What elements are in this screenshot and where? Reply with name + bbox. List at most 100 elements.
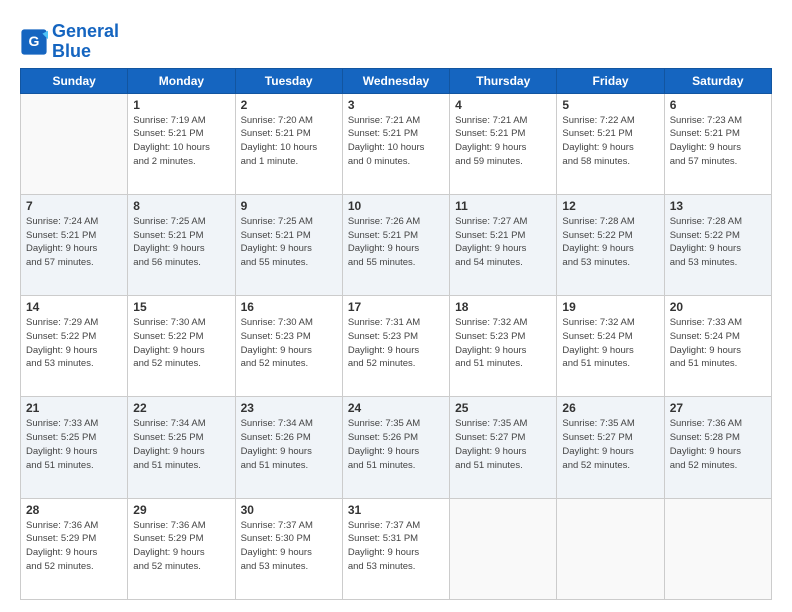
calendar-cell: 15Sunrise: 7:30 AM Sunset: 5:22 PM Dayli… — [128, 296, 235, 397]
calendar-cell — [21, 93, 128, 194]
day-number: 10 — [348, 199, 444, 213]
day-number: 26 — [562, 401, 658, 415]
day-number: 14 — [26, 300, 122, 314]
calendar-cell: 20Sunrise: 7:33 AM Sunset: 5:24 PM Dayli… — [664, 296, 771, 397]
day-info: Sunrise: 7:25 AM Sunset: 5:21 PM Dayligh… — [241, 215, 337, 270]
calendar-cell: 7 Sunrise: 7:24 AM Sunset: 5:21 PM Daylig… — [21, 194, 128, 295]
calendar-cell: 3 Sunrise: 7:21 AM Sunset: 5:21 PM Daylig… — [342, 93, 449, 194]
calendar-cell: 27 Sunrise: 7:36 AM Sunset: 5:28 PM Dayli… — [664, 397, 771, 498]
weekday-header-friday: Friday — [557, 68, 664, 93]
weekday-header-monday: Monday — [128, 68, 235, 93]
day-info: Sunrise: 7:35 AM Sunset: 5:27 PM Dayligh… — [455, 417, 551, 472]
day-info: Sunrise: 7:36 AM Sunset: 5:28 PM Dayligh… — [670, 417, 766, 472]
day-number: 24 — [348, 401, 444, 415]
calendar-cell: 24 Sunrise: 7:35 AM Sunset: 5:26 PM Dayli… — [342, 397, 449, 498]
day-number: 16 — [241, 300, 337, 314]
day-number: 5 — [562, 98, 658, 112]
weekday-header-row: SundayMondayTuesdayWednesdayThursdayFrid… — [21, 68, 772, 93]
day-number: 2 — [241, 98, 337, 112]
calendar-cell: 2Sunrise: 7:20 AM Sunset: 5:21 PM Daylig… — [235, 93, 342, 194]
calendar-cell: 10 Sunrise: 7:26 AM Sunset: 5:21 PM Dayli… — [342, 194, 449, 295]
calendar-cell: 31 Sunrise: 7:37 AM Sunset: 5:31 PM Dayli… — [342, 498, 449, 599]
page: G General Blue SundayMondayTuesdayWednes… — [0, 0, 792, 612]
calendar-cell: 9Sunrise: 7:25 AM Sunset: 5:21 PM Daylig… — [235, 194, 342, 295]
calendar-cell: 25 Sunrise: 7:35 AM Sunset: 5:27 PM Dayli… — [450, 397, 557, 498]
week-row-5: 28Sunrise: 7:36 AM Sunset: 5:29 PM Dayli… — [21, 498, 772, 599]
logo: G General Blue — [20, 22, 119, 62]
day-number: 31 — [348, 503, 444, 517]
day-number: 20 — [670, 300, 766, 314]
day-number: 29 — [133, 503, 229, 517]
day-info: Sunrise: 7:27 AM Sunset: 5:21 PM Dayligh… — [455, 215, 551, 270]
day-info: Sunrise: 7:37 AM Sunset: 5:30 PM Dayligh… — [241, 519, 337, 574]
calendar-cell: 21 Sunrise: 7:33 AM Sunset: 5:25 PM Dayli… — [21, 397, 128, 498]
day-info: Sunrise: 7:21 AM Sunset: 5:21 PM Dayligh… — [455, 114, 551, 169]
day-number: 23 — [241, 401, 337, 415]
day-info: Sunrise: 7:23 AM Sunset: 5:21 PM Dayligh… — [670, 114, 766, 169]
day-info: Sunrise: 7:22 AM Sunset: 5:21 PM Dayligh… — [562, 114, 658, 169]
calendar-cell: 26 Sunrise: 7:35 AM Sunset: 5:27 PM Dayli… — [557, 397, 664, 498]
day-info: Sunrise: 7:19 AM Sunset: 5:21 PM Dayligh… — [133, 114, 229, 169]
calendar-cell: 22Sunrise: 7:34 AM Sunset: 5:25 PM Dayli… — [128, 397, 235, 498]
calendar-cell: 12Sunrise: 7:28 AM Sunset: 5:22 PM Dayli… — [557, 194, 664, 295]
day-number: 27 — [670, 401, 766, 415]
week-row-2: 7 Sunrise: 7:24 AM Sunset: 5:21 PM Daylig… — [21, 194, 772, 295]
day-info: Sunrise: 7:36 AM Sunset: 5:29 PM Dayligh… — [26, 519, 122, 574]
weekday-header-thursday: Thursday — [450, 68, 557, 93]
day-number: 15 — [133, 300, 229, 314]
weekday-header-wednesday: Wednesday — [342, 68, 449, 93]
calendar-cell: 11 Sunrise: 7:27 AM Sunset: 5:21 PM Dayli… — [450, 194, 557, 295]
day-info: Sunrise: 7:37 AM Sunset: 5:31 PM Dayligh… — [348, 519, 444, 574]
calendar-cell — [450, 498, 557, 599]
day-info: Sunrise: 7:35 AM Sunset: 5:27 PM Dayligh… — [562, 417, 658, 472]
calendar-cell: 14 Sunrise: 7:29 AM Sunset: 5:22 PM Dayli… — [21, 296, 128, 397]
day-number: 30 — [241, 503, 337, 517]
day-info: Sunrise: 7:31 AM Sunset: 5:23 PM Dayligh… — [348, 316, 444, 371]
svg-text:G: G — [29, 33, 40, 49]
header: G General Blue — [20, 18, 772, 62]
calendar-cell: 19 Sunrise: 7:32 AM Sunset: 5:24 PM Dayli… — [557, 296, 664, 397]
calendar-cell: 13Sunrise: 7:28 AM Sunset: 5:22 PM Dayli… — [664, 194, 771, 295]
weekday-header-tuesday: Tuesday — [235, 68, 342, 93]
calendar-cell: 5 Sunrise: 7:22 AM Sunset: 5:21 PM Daylig… — [557, 93, 664, 194]
day-number: 12 — [562, 199, 658, 213]
day-info: Sunrise: 7:35 AM Sunset: 5:26 PM Dayligh… — [348, 417, 444, 472]
day-number: 25 — [455, 401, 551, 415]
day-number: 11 — [455, 199, 551, 213]
day-number: 7 — [26, 199, 122, 213]
day-number: 3 — [348, 98, 444, 112]
day-info: Sunrise: 7:24 AM Sunset: 5:21 PM Dayligh… — [26, 215, 122, 270]
calendar-cell — [664, 498, 771, 599]
logo-icon: G — [20, 28, 48, 56]
day-info: Sunrise: 7:32 AM Sunset: 5:24 PM Dayligh… — [562, 316, 658, 371]
calendar-cell: 29 Sunrise: 7:36 AM Sunset: 5:29 PM Dayli… — [128, 498, 235, 599]
day-number: 21 — [26, 401, 122, 415]
weekday-header-saturday: Saturday — [664, 68, 771, 93]
weekday-header-sunday: Sunday — [21, 68, 128, 93]
day-info: Sunrise: 7:34 AM Sunset: 5:25 PM Dayligh… — [133, 417, 229, 472]
calendar-cell: 1 Sunrise: 7:19 AM Sunset: 5:21 PM Daylig… — [128, 93, 235, 194]
calendar-cell: 28Sunrise: 7:36 AM Sunset: 5:29 PM Dayli… — [21, 498, 128, 599]
day-number: 1 — [133, 98, 229, 112]
week-row-3: 14 Sunrise: 7:29 AM Sunset: 5:22 PM Dayli… — [21, 296, 772, 397]
day-number: 17 — [348, 300, 444, 314]
day-info: Sunrise: 7:25 AM Sunset: 5:21 PM Dayligh… — [133, 215, 229, 270]
week-row-4: 21 Sunrise: 7:33 AM Sunset: 5:25 PM Dayli… — [21, 397, 772, 498]
day-info: Sunrise: 7:36 AM Sunset: 5:29 PM Dayligh… — [133, 519, 229, 574]
day-number: 18 — [455, 300, 551, 314]
day-info: Sunrise: 7:29 AM Sunset: 5:22 PM Dayligh… — [26, 316, 122, 371]
logo-text: General Blue — [52, 22, 119, 62]
calendar-cell: 30 Sunrise: 7:37 AM Sunset: 5:30 PM Dayli… — [235, 498, 342, 599]
day-number: 6 — [670, 98, 766, 112]
day-number: 19 — [562, 300, 658, 314]
day-number: 8 — [133, 199, 229, 213]
calendar-cell: 8 Sunrise: 7:25 AM Sunset: 5:21 PM Daylig… — [128, 194, 235, 295]
calendar-cell: 18Sunrise: 7:32 AM Sunset: 5:23 PM Dayli… — [450, 296, 557, 397]
day-info: Sunrise: 7:30 AM Sunset: 5:23 PM Dayligh… — [241, 316, 337, 371]
day-info: Sunrise: 7:26 AM Sunset: 5:21 PM Dayligh… — [348, 215, 444, 270]
day-info: Sunrise: 7:33 AM Sunset: 5:25 PM Dayligh… — [26, 417, 122, 472]
calendar-cell: 16 Sunrise: 7:30 AM Sunset: 5:23 PM Dayli… — [235, 296, 342, 397]
day-info: Sunrise: 7:21 AM Sunset: 5:21 PM Dayligh… — [348, 114, 444, 169]
day-info: Sunrise: 7:34 AM Sunset: 5:26 PM Dayligh… — [241, 417, 337, 472]
calendar-cell: 6 Sunrise: 7:23 AM Sunset: 5:21 PM Daylig… — [664, 93, 771, 194]
